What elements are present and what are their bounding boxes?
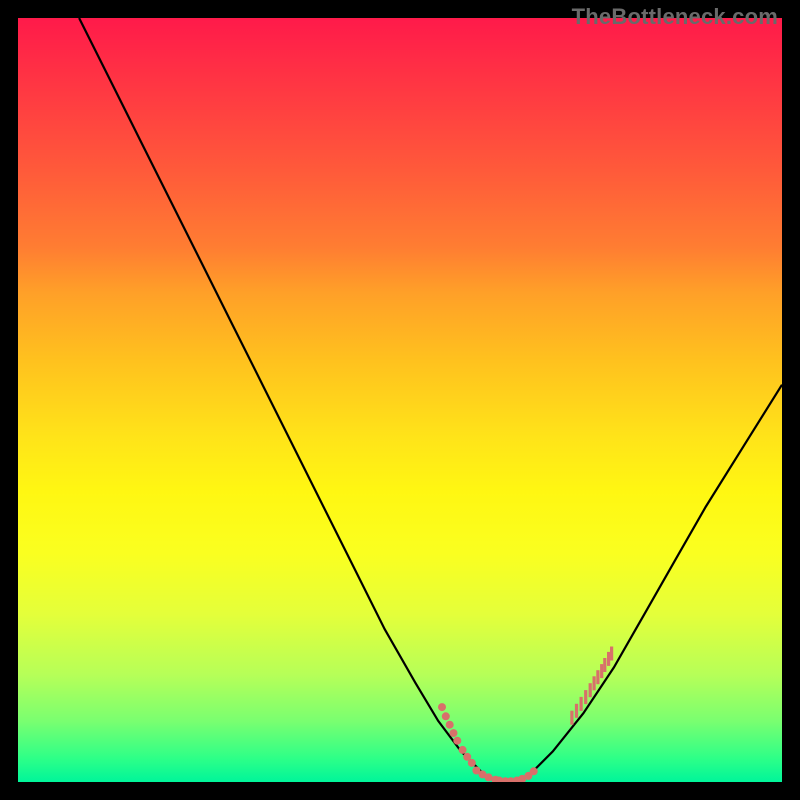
highlight-points-right bbox=[570, 647, 613, 725]
watermark-text: TheBottleneck.com bbox=[572, 4, 778, 30]
highlight-points-left bbox=[438, 703, 476, 767]
bottleneck-curve bbox=[79, 18, 782, 782]
chart-svg bbox=[18, 18, 782, 782]
plot-area bbox=[18, 18, 782, 782]
chart-frame: TheBottleneck.com bbox=[0, 0, 800, 800]
highlight-points-bottom bbox=[472, 767, 537, 783]
